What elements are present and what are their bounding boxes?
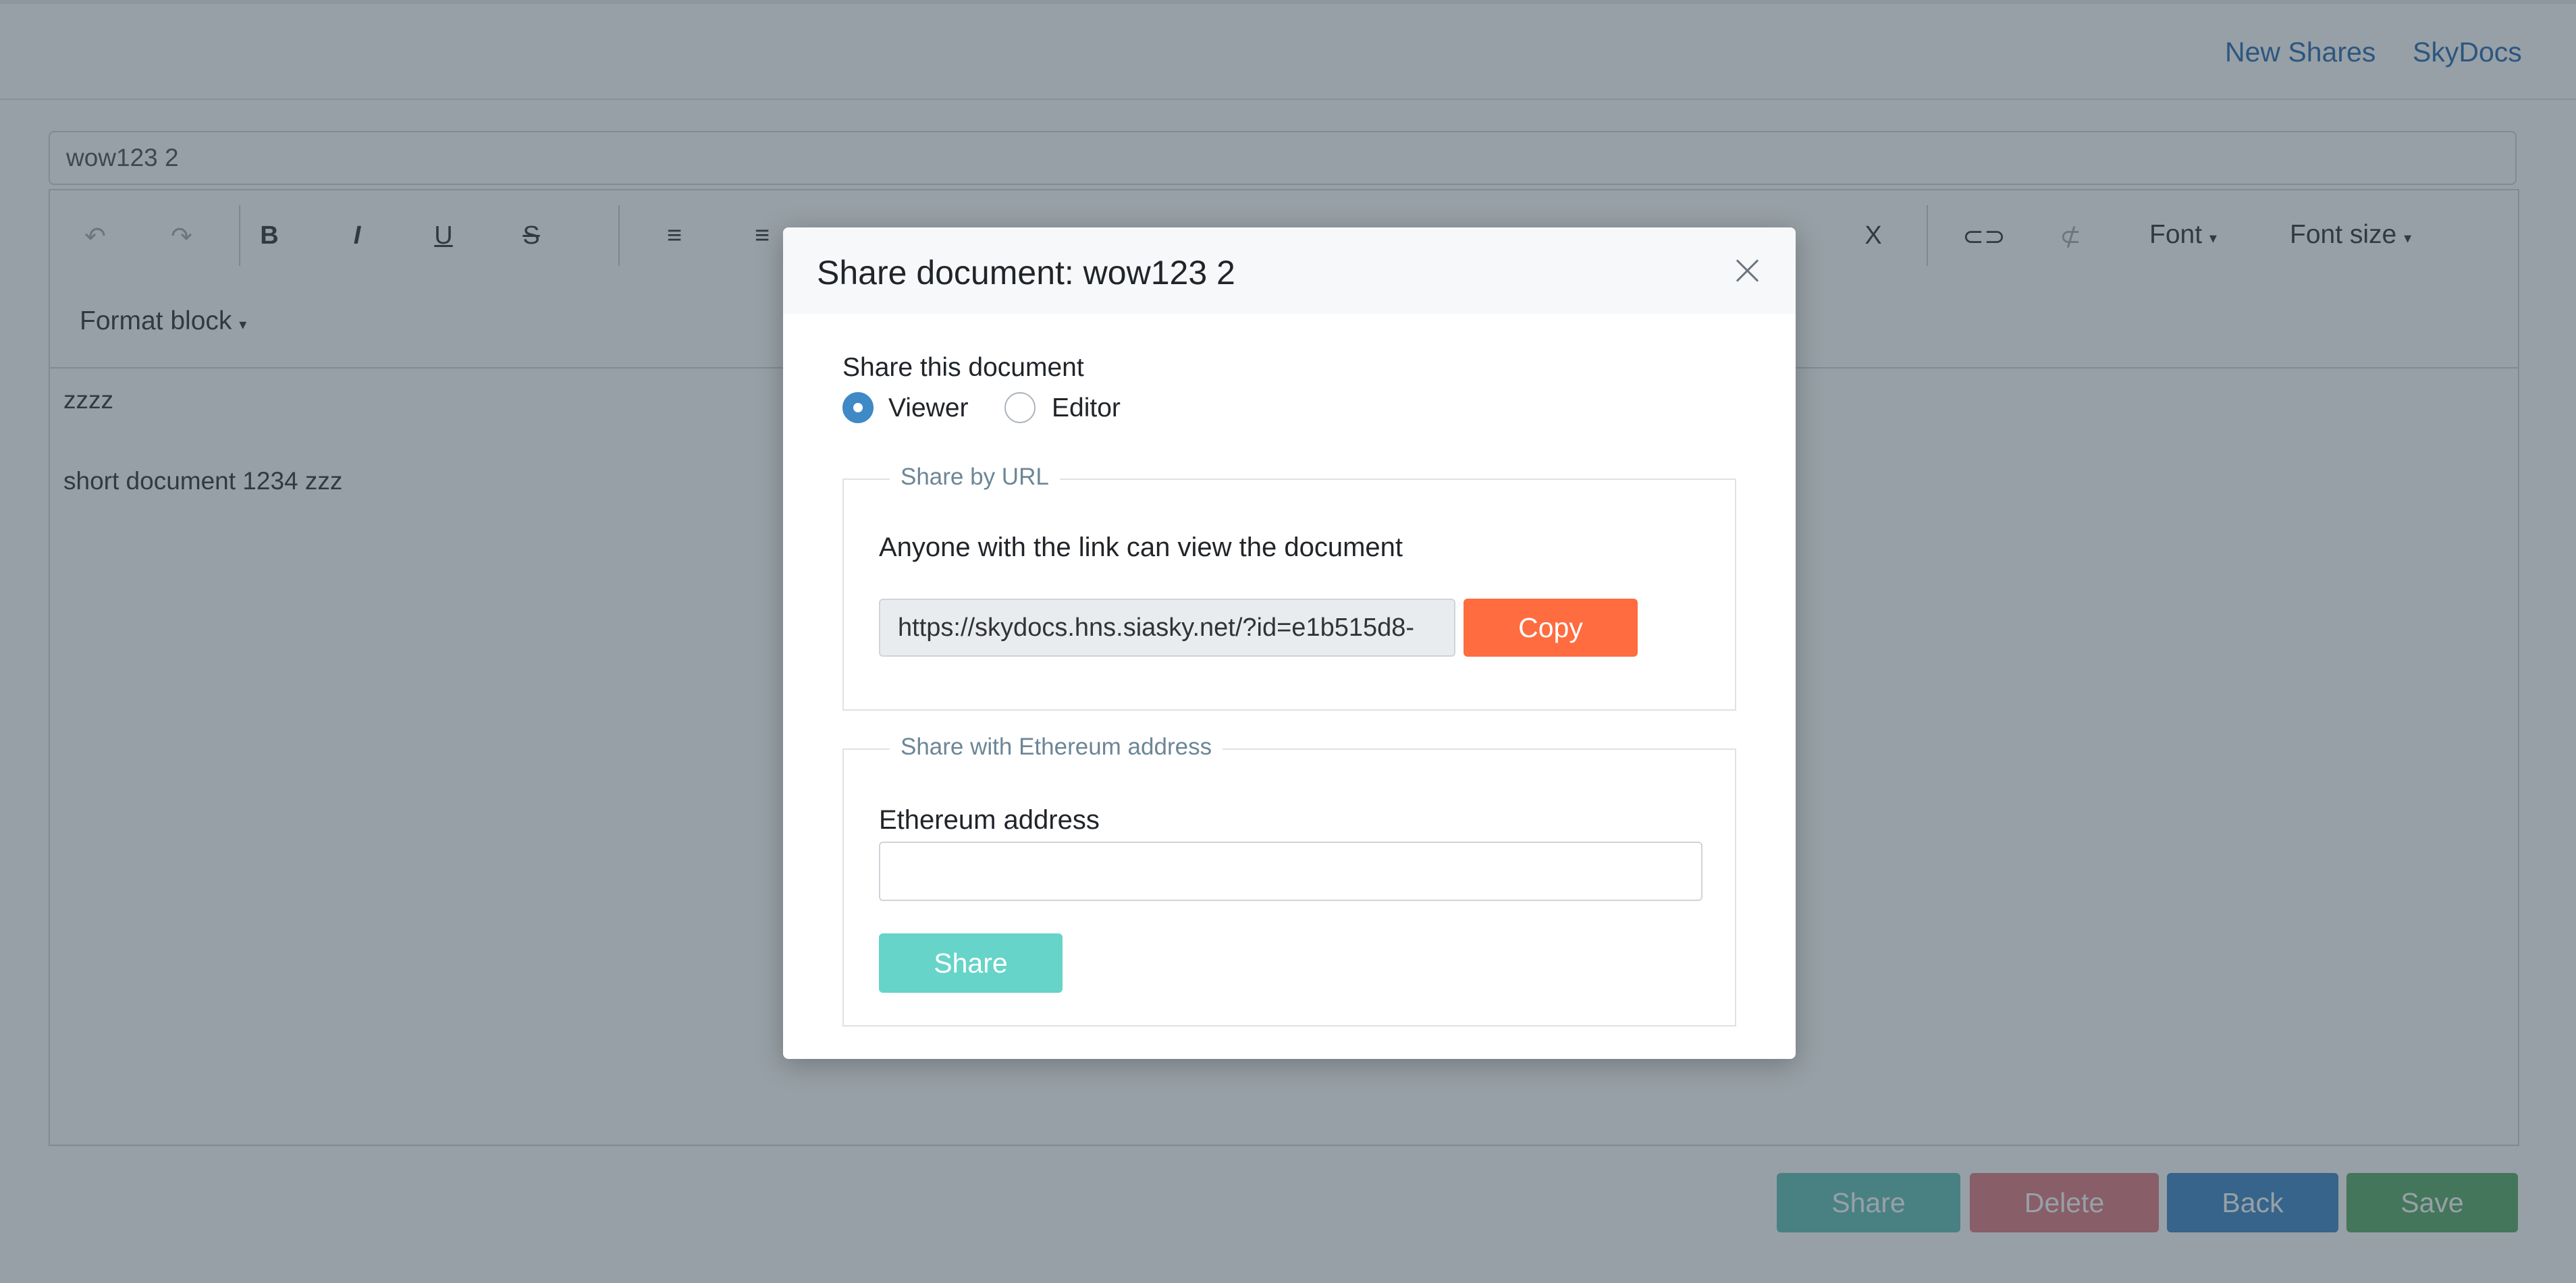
viewer-radio[interactable] [842, 392, 874, 423]
ethereum-address-label: Ethereum address [879, 805, 1100, 835]
share-ethereum-legend: Share with Ethereum address [890, 734, 1223, 761]
modal-header: Share document: wow123 2 [783, 227, 1796, 314]
share-by-url-legend: Share by URL [890, 464, 1060, 491]
share-by-url-section: Share by URL Anyone with the link can vi… [842, 464, 1736, 711]
share-this-document-label: Share this document [842, 353, 1084, 382]
modal-share-button[interactable]: Share [879, 933, 1063, 993]
viewer-radio-label[interactable]: Viewer [888, 393, 969, 423]
modal-title: Share document: wow123 2 [817, 254, 1235, 292]
editor-radio[interactable] [1004, 392, 1036, 423]
share-dialog: Share document: wow123 2 Share this docu… [783, 227, 1796, 1059]
editor-radio-label[interactable]: Editor [1052, 393, 1121, 423]
copy-button[interactable]: Copy [1464, 599, 1638, 657]
share-url-description: Anyone with the link can view the docume… [879, 533, 1403, 562]
share-url-field[interactable]: https://skydocs.hns.siasky.net/?id=e1b51… [879, 599, 1455, 657]
close-icon[interactable] [1732, 256, 1762, 285]
share-ethereum-section: Share with Ethereum address Ethereum add… [842, 734, 1736, 1027]
ethereum-address-input[interactable] [879, 842, 1702, 901]
